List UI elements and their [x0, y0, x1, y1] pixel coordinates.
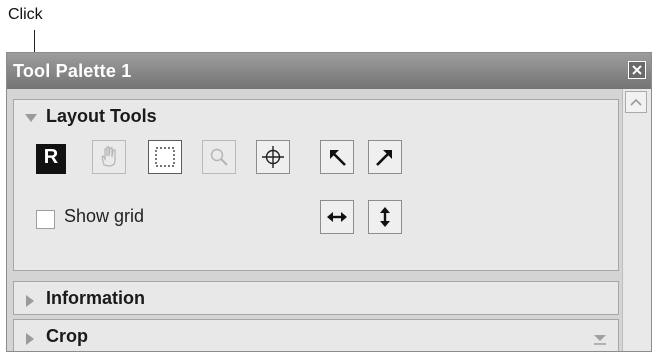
rotate-left-button[interactable]	[320, 140, 354, 174]
palette-titlebar[interactable]: Tool Palette 1	[7, 53, 651, 89]
vertical-scrollbar[interactable]	[622, 89, 651, 351]
crosshair-tool-button[interactable]	[256, 140, 290, 174]
marquee-tool-icon	[155, 147, 175, 167]
palette-title: Tool Palette 1	[13, 61, 132, 81]
information-title: Information	[46, 288, 145, 308]
chevron-up-icon	[630, 98, 642, 106]
close-button[interactable]	[628, 61, 646, 79]
collapsed-triangle-icon	[26, 295, 34, 307]
rotate-right-button[interactable]	[368, 140, 402, 174]
flip-horizontal-button[interactable]	[320, 200, 354, 234]
hand-tool-button[interactable]	[92, 140, 126, 174]
collapsed-triangle-icon	[26, 333, 34, 345]
flip-vertical-icon	[380, 207, 390, 227]
flip-horizontal-icon	[327, 212, 347, 222]
rotate-right-icon	[376, 150, 392, 166]
crop-panel: Crop	[13, 319, 619, 351]
information-panel: Information	[13, 281, 619, 315]
show-grid-label: Show grid	[64, 206, 145, 226]
close-icon	[632, 65, 642, 75]
layout-tools-title: Layout Tools	[46, 106, 157, 126]
zoom-tool-button[interactable]	[202, 140, 236, 174]
tool-palette-window: Tool Palette 1 Layout Tools R Show grid …	[6, 52, 652, 352]
rotate-left-icon	[330, 150, 346, 166]
crop-header[interactable]: Crop	[14, 320, 618, 351]
marquee-tool-button[interactable]	[148, 140, 182, 174]
layout-tools-header[interactable]: Layout Tools	[14, 100, 618, 134]
layout-tools-panel: Layout Tools R Show grid	[13, 99, 619, 271]
hand-tool-icon	[101, 146, 116, 167]
show-grid-checkbox[interactable]	[36, 210, 55, 229]
expand-triangle-icon	[25, 114, 37, 122]
flip-vertical-button[interactable]	[368, 200, 402, 234]
crop-title: Crop	[46, 326, 88, 346]
scroll-up-button[interactable]	[625, 91, 647, 113]
r-tool-button[interactable]: R	[36, 144, 66, 174]
crosshair-tool-icon	[262, 146, 284, 168]
annotation-click-label: Click	[8, 6, 43, 23]
information-header[interactable]: Information	[14, 282, 618, 316]
zoom-tool-icon	[210, 148, 228, 166]
collapse-down-icon[interactable]	[592, 332, 608, 346]
